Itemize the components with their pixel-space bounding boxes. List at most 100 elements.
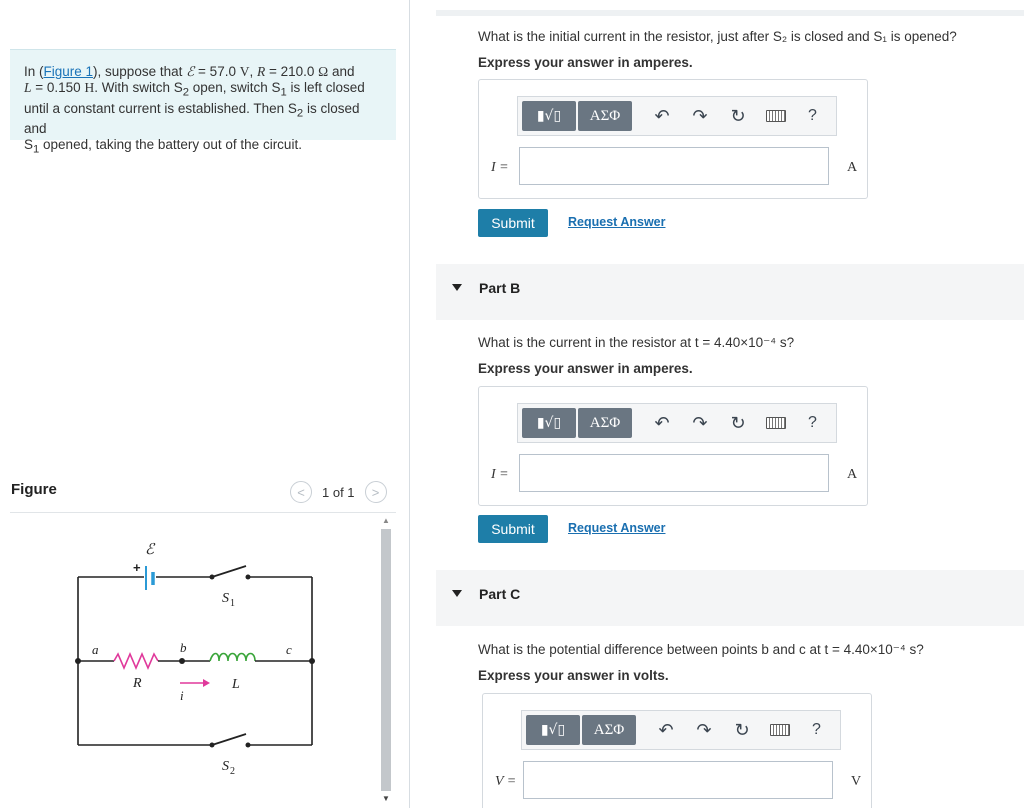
problem-text: = 210.0 bbox=[265, 64, 319, 79]
greek-symbols-button[interactable]: ΑΣΦ bbox=[578, 101, 632, 131]
problem-text: opened, taking the battery out of the ci… bbox=[39, 137, 302, 153]
answer-unit: A bbox=[847, 160, 858, 175]
problem-text: , bbox=[249, 64, 257, 79]
label-s1-sub: 1 bbox=[230, 598, 235, 609]
figure-title: Figure bbox=[11, 481, 57, 498]
keyboard-icon[interactable] bbox=[766, 417, 786, 429]
greek-symbols-button[interactable]: ΑΣΦ bbox=[578, 408, 632, 438]
templates-button[interactable]: ▮√▯ bbox=[522, 101, 576, 131]
right-pane: What is the initial current in the resis… bbox=[436, 0, 1024, 808]
part-a-header-bar bbox=[436, 10, 1024, 16]
reset-icon[interactable]: ↻ bbox=[730, 106, 746, 127]
help-icon[interactable]: ? bbox=[808, 107, 817, 125]
circuit-diagram: ℰ + S 1 a b c R i L S 2 bbox=[75, 542, 315, 775]
problem-text: = 0.150 bbox=[31, 80, 85, 95]
math-toolbar: ▮√▯ ΑΣΦ ↶ ↷ ↻ ? bbox=[521, 710, 841, 750]
label-i: i bbox=[180, 688, 184, 703]
part-b-answer-panel: ▮√▯ ΑΣΦ ↶ ↷ ↻ ? I = A bbox=[478, 386, 868, 506]
problem-text: ), suppose that bbox=[93, 64, 187, 79]
answer-variable-label: I = bbox=[491, 160, 509, 175]
collapse-triangle-icon[interactable] bbox=[452, 590, 462, 597]
label-a: a bbox=[92, 642, 99, 657]
label-s2: S bbox=[222, 759, 229, 774]
undo-icon[interactable]: ↶ bbox=[654, 413, 670, 434]
redo-icon[interactable]: ↷ bbox=[692, 106, 708, 127]
part-c-answer-input[interactable] bbox=[523, 761, 833, 799]
templates-button[interactable]: ▮√▯ bbox=[526, 715, 580, 745]
divider bbox=[10, 512, 396, 513]
left-pane: In (Figure 1), suppose that ℰ = 57.0 V, … bbox=[0, 0, 410, 808]
part-c-header[interactable]: Part C bbox=[436, 570, 1024, 626]
figure-scrollbar[interactable]: ▲ ▼ bbox=[379, 515, 393, 805]
label-plus: + bbox=[133, 560, 141, 575]
resistor bbox=[113, 651, 159, 671]
part-b-request-answer-link[interactable]: Request Answer bbox=[568, 521, 665, 535]
reset-icon[interactable]: ↻ bbox=[734, 720, 750, 741]
math-toolbar: ▮√▯ ΑΣΦ ↶ ↷ ↻ ? bbox=[517, 96, 837, 136]
keyboard-icon[interactable] bbox=[766, 110, 786, 122]
figure-count: 1 of 1 bbox=[322, 484, 355, 500]
part-a-answer-panel: ▮√▯ ΑΣΦ ↶ ↷ ↻ ? I = A bbox=[478, 79, 868, 199]
label-emf: ℰ bbox=[145, 542, 156, 558]
reset-icon[interactable]: ↻ bbox=[730, 413, 746, 434]
part-b-header[interactable]: Part B bbox=[436, 264, 1024, 320]
part-a-question: What is the initial current in the resis… bbox=[478, 29, 957, 44]
part-a-answer-input[interactable] bbox=[519, 147, 829, 185]
problem-statement: In (Figure 1), suppose that ℰ = 57.0 V, … bbox=[10, 49, 396, 156]
node-b bbox=[179, 658, 185, 664]
unit-volt: V bbox=[239, 64, 250, 79]
math-toolbar: ▮√▯ ΑΣΦ ↶ ↷ ↻ ? bbox=[517, 403, 837, 443]
l-symbol: L bbox=[24, 80, 32, 95]
problem-text: = 57.0 bbox=[194, 64, 240, 79]
answer-variable-label: V = bbox=[495, 774, 517, 789]
problem-text: and bbox=[328, 64, 355, 79]
redo-icon[interactable]: ↷ bbox=[696, 720, 712, 741]
label-b: b bbox=[180, 640, 187, 655]
part-a-request-answer-link[interactable]: Request Answer bbox=[568, 215, 665, 229]
keyboard-icon[interactable] bbox=[770, 724, 790, 736]
help-icon[interactable]: ? bbox=[808, 414, 817, 432]
part-b-title: Part B bbox=[479, 280, 521, 296]
label-s1: S bbox=[222, 591, 229, 606]
answer-unit: A bbox=[847, 467, 858, 482]
undo-icon[interactable]: ↶ bbox=[658, 720, 674, 741]
undo-icon[interactable]: ↶ bbox=[654, 106, 670, 127]
part-a-submit-button[interactable]: Submit bbox=[478, 209, 548, 237]
part-b-instruction: Express your answer in amperes. bbox=[478, 361, 693, 376]
switch-s2-blade bbox=[211, 733, 247, 746]
problem-text: S bbox=[24, 137, 34, 153]
label-r: R bbox=[132, 676, 142, 691]
redo-icon[interactable]: ↷ bbox=[692, 413, 708, 434]
label-s2-sub: 2 bbox=[230, 766, 235, 775]
answer-variable-label: I = bbox=[491, 467, 509, 482]
part-b-submit-button[interactable]: Submit bbox=[478, 515, 548, 543]
unit-henry: H bbox=[84, 80, 95, 95]
part-c-answer-panel: ▮√▯ ΑΣΦ ↶ ↷ ↻ ? V = V bbox=[482, 693, 872, 808]
inductor bbox=[209, 652, 256, 662]
problem-text: is left closed bbox=[286, 80, 365, 95]
greek-symbols-button[interactable]: ΑΣΦ bbox=[582, 715, 636, 745]
next-figure-button[interactable]: > bbox=[364, 481, 387, 503]
label-l: L bbox=[231, 677, 240, 692]
problem-text: In ( bbox=[24, 64, 44, 79]
scroll-up-arrow[interactable]: ▲ bbox=[379, 515, 393, 527]
part-c-instruction: Express your answer in volts. bbox=[478, 668, 669, 683]
r-symbol: R bbox=[256, 64, 266, 79]
collapse-triangle-icon[interactable] bbox=[452, 284, 462, 291]
problem-text: until a constant current is established.… bbox=[24, 100, 297, 116]
node-c bbox=[309, 658, 315, 664]
prev-figure-button[interactable]: < bbox=[290, 481, 312, 503]
answer-unit: V bbox=[851, 774, 862, 789]
figure-link[interactable]: Figure 1 bbox=[44, 64, 94, 79]
templates-button[interactable]: ▮√▯ bbox=[522, 408, 576, 438]
switch-s1-blade bbox=[211, 565, 247, 578]
scroll-down-arrow[interactable]: ▼ bbox=[379, 793, 393, 805]
scroll-thumb[interactable] bbox=[381, 529, 391, 791]
part-b-question: What is the current in the resistor at t… bbox=[478, 335, 795, 350]
help-icon[interactable]: ? bbox=[812, 721, 821, 739]
label-c: c bbox=[286, 642, 292, 657]
part-b-answer-input[interactable] bbox=[519, 454, 829, 492]
part-c-title: Part C bbox=[479, 586, 521, 602]
part-c-question: What is the potential difference between… bbox=[478, 642, 924, 657]
problem-text: open, switch S bbox=[188, 80, 281, 95]
